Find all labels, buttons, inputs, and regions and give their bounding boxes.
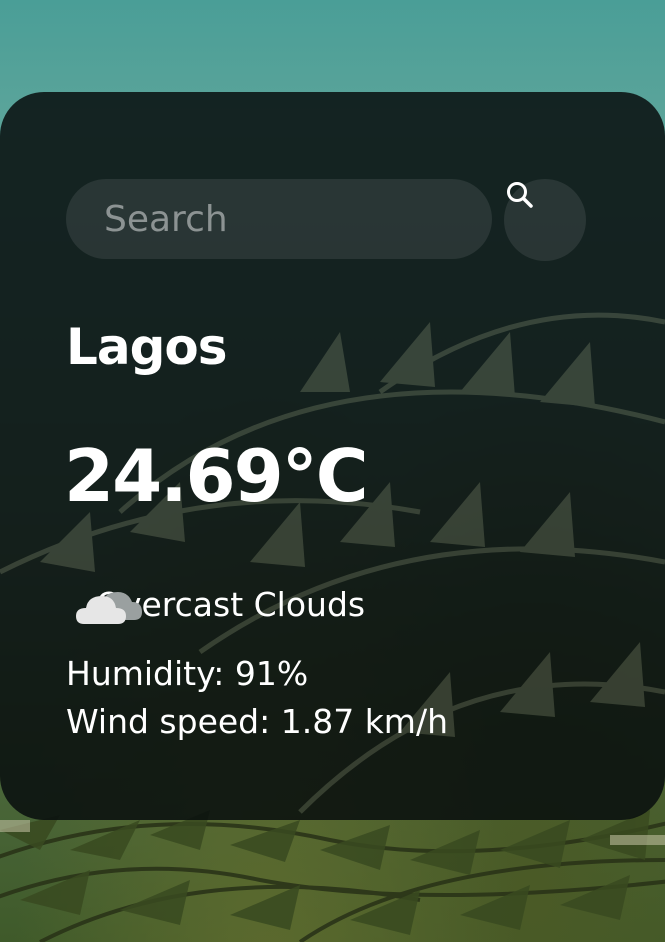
humidity-text: Humidity: 91% [66,654,309,693]
temperature: 24.69°C [64,434,369,518]
search-icon [507,182,533,208]
wind-speed-text: Wind speed: 1.87 km/h [66,702,448,741]
background-photo: Lagos 24.69°C Overcast Clouds Humidity: … [0,0,665,942]
search-bar [66,179,586,261]
search-input[interactable] [66,179,492,259]
weather-card: Lagos 24.69°C Overcast Clouds Humidity: … [0,92,665,820]
condition-row: Overcast Clouds [72,572,365,636]
search-button[interactable] [504,179,586,261]
city-name: Lagos [66,318,228,376]
cloud-icon [76,592,142,624]
